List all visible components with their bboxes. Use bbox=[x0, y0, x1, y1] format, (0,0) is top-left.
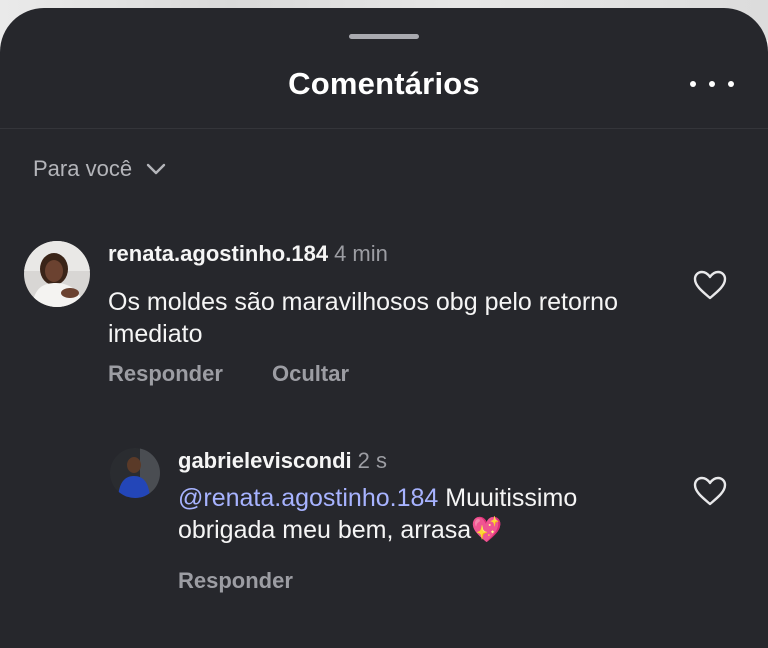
sheet-title: Comentários bbox=[288, 66, 480, 101]
more-icon[interactable] bbox=[690, 72, 734, 96]
reply-reply-button[interactable]: Responder bbox=[178, 568, 293, 594]
filter-label: Para você bbox=[33, 156, 133, 181]
comment-header: renata.agostinho.184 4 min bbox=[108, 241, 388, 267]
heart-icon[interactable] bbox=[693, 270, 727, 300]
avatar[interactable] bbox=[24, 241, 90, 307]
reply-avatar[interactable] bbox=[110, 448, 160, 498]
sparkling-heart-icon: 💖 bbox=[471, 516, 503, 544]
comment-time: 4 min bbox=[334, 241, 388, 266]
comments-sheet: Comentários Para você renata.agostinho.1… bbox=[0, 8, 768, 648]
mention-link[interactable]: @renata.agostinho.184 bbox=[178, 484, 438, 512]
comment-username[interactable]: renata.agostinho.184 bbox=[108, 241, 328, 266]
drag-handle[interactable] bbox=[349, 34, 419, 39]
reply-username[interactable]: gabrieleviscondi bbox=[178, 448, 352, 473]
comment-text: Os moldes são maravilhosos obg pelo reto… bbox=[108, 288, 618, 348]
reply-button[interactable]: Responder bbox=[108, 361, 223, 387]
hide-button[interactable]: Ocultar bbox=[272, 361, 349, 387]
reply-header: gabrieleviscondi 2 s bbox=[178, 448, 387, 474]
reply-text-block: @renata.agostinho.184 Muuitissimo obriga… bbox=[178, 482, 678, 546]
sort-filter-dropdown[interactable]: Para você bbox=[33, 156, 166, 182]
reply-time: 2 s bbox=[357, 448, 387, 473]
divider bbox=[0, 128, 768, 129]
chevron-down-icon bbox=[146, 163, 166, 175]
heart-icon[interactable] bbox=[693, 476, 727, 506]
